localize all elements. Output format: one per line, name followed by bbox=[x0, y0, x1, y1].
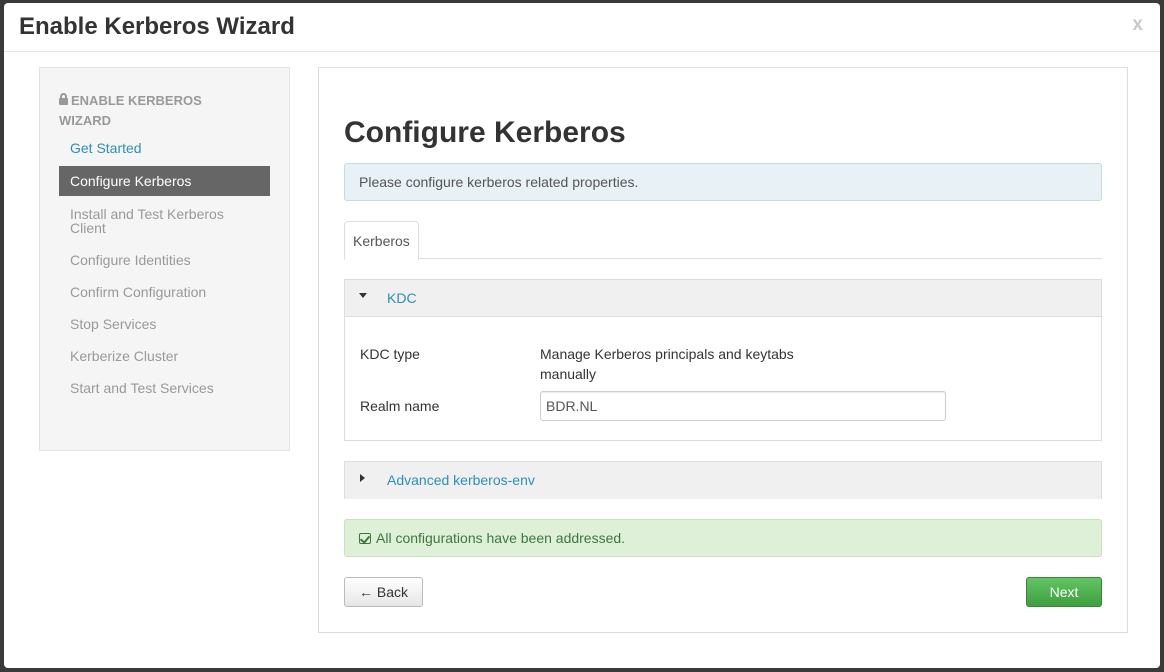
next-button[interactable]: Next → bbox=[1026, 577, 1102, 628]
advanced-section-header[interactable]: Advanced kerberos-env bbox=[345, 462, 1101, 499]
sidebar-heading: ENABLE KERBEROS WIZARD bbox=[59, 91, 239, 131]
realm-name-label: Realm name bbox=[360, 398, 440, 414]
tab-kerberos[interactable]: Kerberos bbox=[344, 221, 419, 260]
main-panel: Configure Kerberos Please configure kerb… bbox=[318, 67, 1128, 633]
step-stop-services: Stop Services bbox=[70, 316, 157, 332]
success-text: All configurations have been addressed. bbox=[376, 530, 626, 546]
wizard-sidebar: ENABLE KERBEROS WIZARD Get Started Confi… bbox=[39, 67, 290, 451]
kdc-type-value: Manage Kerberos principals and keytabs m… bbox=[540, 346, 794, 382]
kdc-section: KDC KDC type Manage Kerberos principals … bbox=[344, 279, 1102, 441]
step-kerberize-cluster: Kerberize Cluster bbox=[70, 348, 179, 364]
lock-icon bbox=[59, 93, 68, 105]
step-start-test-services: Start and Test Services bbox=[70, 380, 214, 396]
step-configure-identities: Configure Identities bbox=[70, 252, 191, 268]
check-square-icon bbox=[359, 533, 371, 544]
advanced-kerberos-env-section: Advanced kerberos-env bbox=[344, 461, 1102, 499]
step-configure-kerberos: Configure Kerberos bbox=[59, 166, 270, 196]
modal-header: Enable Kerberos Wizard x bbox=[4, 3, 1160, 52]
kdc-section-header[interactable]: KDC bbox=[345, 280, 1101, 317]
wizard-steps: Get Started Configure Kerberos Install a… bbox=[59, 134, 270, 406]
caret-right-icon bbox=[360, 474, 365, 482]
modal-title: Enable Kerberos Wizard bbox=[19, 13, 295, 40]
back-button[interactable]: ← Back bbox=[344, 577, 423, 607]
step-install-test-client: Install and Test Kerberos Client bbox=[70, 206, 224, 236]
config-tabs: Kerberos bbox=[344, 221, 1102, 260]
caret-down-icon bbox=[359, 293, 367, 298]
success-alert: All configurations have been addressed. bbox=[344, 519, 1102, 557]
wizard-modal: Enable Kerberos Wizard x ENABLE KERBEROS… bbox=[4, 3, 1160, 668]
kdc-type-label: KDC type bbox=[360, 346, 420, 362]
page-title: Configure Kerberos bbox=[344, 116, 626, 149]
close-icon[interactable]: x bbox=[1132, 13, 1143, 37]
info-alert: Please configure kerberos related proper… bbox=[344, 163, 1102, 201]
kdc-section-title[interactable]: KDC bbox=[387, 290, 417, 307]
realm-name-input[interactable] bbox=[540, 391, 946, 421]
step-get-started[interactable]: Get Started bbox=[59, 134, 270, 162]
advanced-section-title[interactable]: Advanced kerberos-env bbox=[387, 472, 535, 489]
step-confirm-configuration: Confirm Configuration bbox=[70, 284, 207, 300]
sidebar-heading-text: ENABLE KERBEROS WIZARD bbox=[59, 93, 202, 128]
